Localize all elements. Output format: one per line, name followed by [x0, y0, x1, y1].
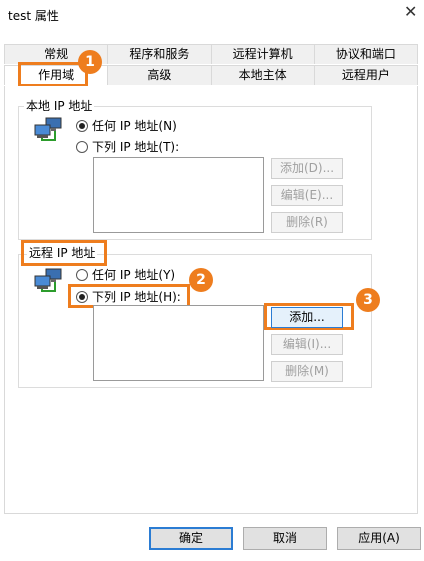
tab-row-1: 常规 程序和服务 远程计算机 协议和端口	[4, 44, 418, 64]
tab-local-principals[interactable]: 本地主体	[211, 65, 315, 85]
remote-any-option[interactable]: 任何 IP 地址(Y)	[76, 266, 175, 283]
local-edit-button[interactable]: 编辑(E)...	[271, 185, 343, 206]
local-any-label: 任何 IP 地址(N)	[92, 119, 177, 133]
step-badge-2: 2	[189, 268, 213, 292]
tab-remote-users[interactable]: 远程用户	[314, 65, 418, 85]
local-add-button[interactable]: 添加(D)...	[271, 158, 343, 179]
scope-tab-highlight	[18, 62, 88, 87]
tab-remote-computers[interactable]: 远程计算机	[211, 44, 315, 64]
local-any-radio[interactable]	[76, 119, 88, 132]
remote-remove-button[interactable]: 删除(M)	[271, 361, 343, 382]
remote-add-button[interactable]: 添加...	[271, 307, 343, 328]
tab-programs-services[interactable]: 程序和服务	[108, 44, 212, 64]
network-icon	[34, 268, 62, 292]
remote-ip-listbox[interactable]	[93, 305, 264, 381]
window-title: test 属性	[8, 9, 59, 23]
cancel-button[interactable]: 取消	[243, 527, 327, 550]
local-remove-button[interactable]: 删除(R)	[271, 212, 343, 233]
local-list-radio[interactable]	[76, 140, 88, 153]
local-list-option[interactable]: 下列 IP 地址(T):	[76, 138, 179, 155]
remote-any-radio[interactable]	[76, 268, 88, 281]
local-list-label: 下列 IP 地址(T):	[92, 140, 180, 154]
ok-button[interactable]: 确定	[149, 527, 233, 550]
step-badge-3: 3	[356, 288, 380, 312]
remote-any-label: 任何 IP 地址(Y)	[92, 268, 176, 282]
tab-protocols-ports[interactable]: 协议和端口	[314, 44, 418, 64]
close-icon[interactable]: ✕	[404, 3, 417, 21]
local-any-option[interactable]: 任何 IP 地址(N)	[76, 117, 177, 134]
remote-label-highlight	[21, 240, 107, 266]
local-ip-listbox[interactable]	[93, 157, 264, 233]
step-badge-1: 1	[78, 50, 102, 74]
tab-advanced[interactable]: 高级	[108, 65, 212, 85]
apply-button[interactable]: 应用(A)	[337, 527, 421, 550]
local-ip-label: 本地 IP 地址	[24, 99, 95, 113]
network-icon	[34, 117, 62, 141]
remote-edit-button[interactable]: 编辑(I)...	[271, 334, 343, 355]
